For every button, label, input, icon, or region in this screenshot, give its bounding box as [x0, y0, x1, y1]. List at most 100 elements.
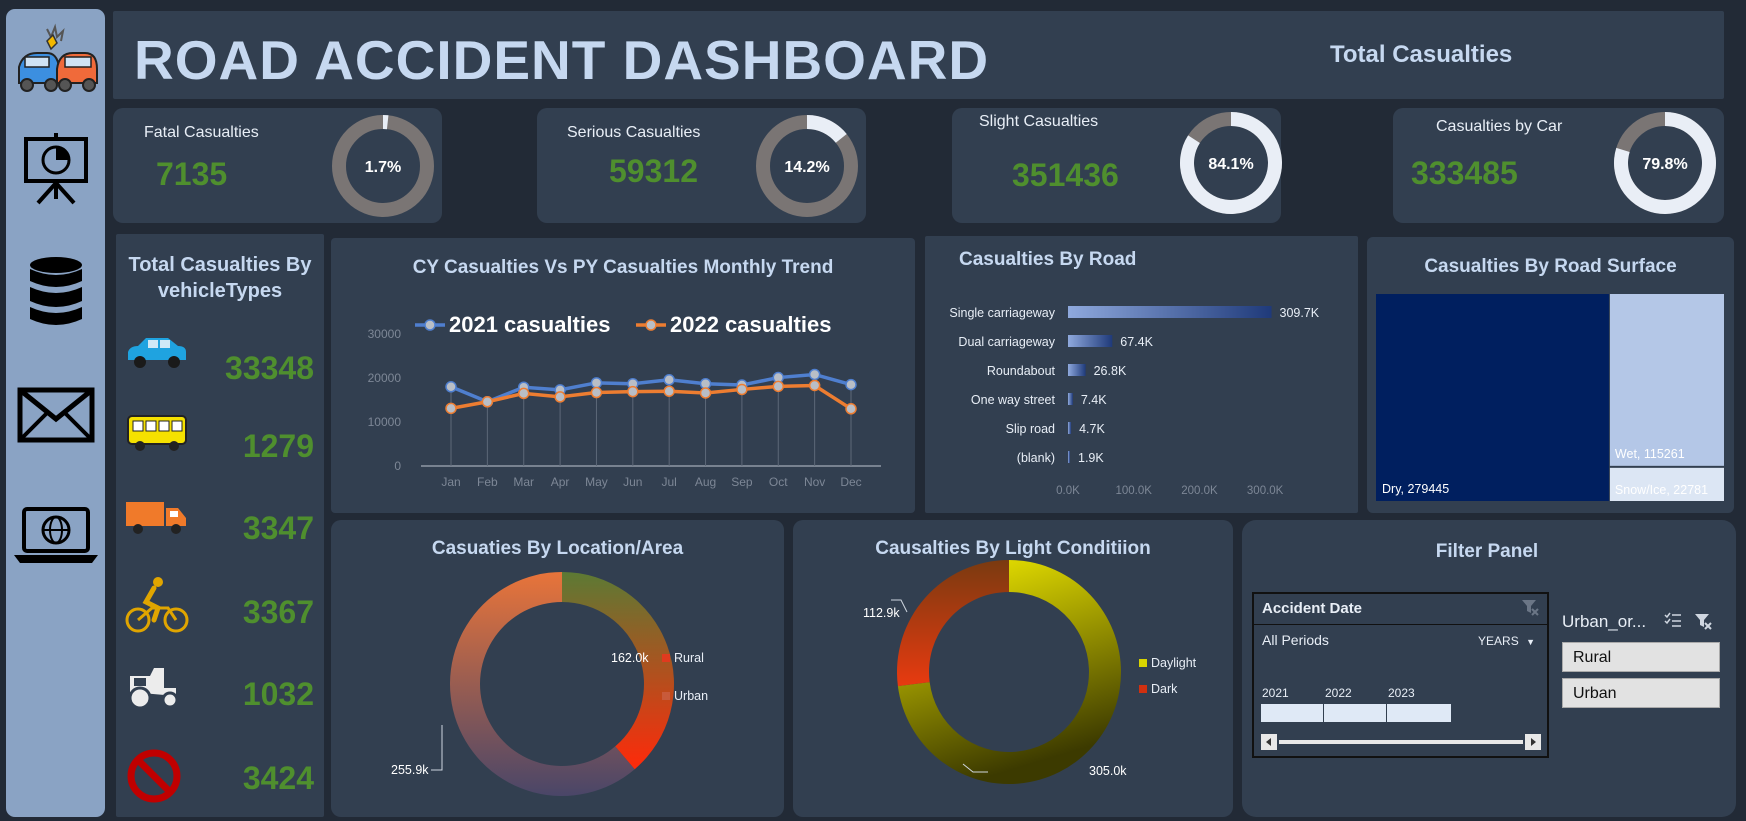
bus-icon [124, 414, 190, 459]
timeline-year-2023[interactable]: 2023 [1388, 686, 1415, 700]
y-tick-label: 0 [394, 459, 401, 473]
timeline-divider [1386, 704, 1387, 722]
kpi-value-slight: 351436 [1012, 157, 1119, 193]
legend-label: Daylight [1151, 656, 1197, 670]
truck-icon [124, 498, 190, 543]
scroll-left-icon[interactable] [1261, 734, 1277, 750]
bicycle-icon [124, 576, 190, 639]
kpi-label-fatal: Fatal Casualties [144, 124, 259, 141]
car-crash-icon[interactable] [6, 23, 105, 99]
legend-marker [645, 319, 657, 331]
vehicle-types-title-line1: Total Casualties By [128, 254, 312, 276]
bar-value-label: 67.4K [1120, 335, 1153, 349]
timeline-bar[interactable] [1261, 704, 1451, 722]
data-point [627, 385, 639, 398]
page-title: ROAD ACCIDENT DASHBOARD [134, 29, 990, 91]
x-tick-label: Jan [441, 475, 460, 489]
x-tick-label: Jul [662, 475, 677, 489]
kpi-label-slight: Slight Casualties [979, 113, 1099, 130]
mail-icon[interactable] [6, 387, 105, 443]
slicer-title: Urban_or... [1562, 612, 1647, 631]
kpi-donut-label: 1.7% [365, 159, 401, 176]
x-tick-label: 300.0K [1247, 485, 1284, 497]
timeline-header: Accident Date [1254, 594, 1547, 625]
bar-category-label: One way street [971, 393, 1056, 407]
data-point [590, 386, 603, 399]
kpi-donut-slight: 84.1% [1180, 112, 1282, 214]
bar [1068, 393, 1073, 405]
x-tick-label: May [585, 475, 608, 489]
multi-select-icon[interactable] [1664, 612, 1682, 633]
legend-marker [424, 319, 436, 331]
clear-filter-icon[interactable] [1521, 598, 1539, 621]
chevron-down-icon: ▼ [1526, 637, 1535, 647]
timeline-slicer[interactable]: Accident Date All Periods YEARS ▼ 2021 2… [1252, 592, 1549, 758]
donut-slice-rural [562, 572, 674, 770]
bar-value-label: 309.7K [1280, 306, 1320, 320]
kpi-donut-fatal: 1.7% [332, 115, 434, 217]
vehicle-value-bus: 1279 [242, 428, 314, 464]
total-casualties-title: Total Casualties [1330, 41, 1513, 68]
bar-value-label: 4.7K [1079, 422, 1105, 436]
data-label: 305.0k [1089, 764, 1127, 778]
kpi-value-serious: 59312 [609, 153, 698, 189]
data-point [590, 377, 603, 389]
kpi-value-fatal: 7135 [156, 156, 228, 192]
slicer-item-rural[interactable]: Rural [1562, 642, 1720, 672]
surface-title: Casualties By Road Surface [1424, 256, 1677, 277]
vehicle-list: 33348 1279 3347 3367 1032 3424 [116, 320, 324, 810]
x-tick-label: Dec [840, 475, 861, 489]
laptop-globe-icon[interactable] [6, 505, 105, 565]
bar-category-label: Dual carriageway [958, 335, 1055, 349]
treemap-label: Dry, 279445 [1382, 482, 1449, 496]
timeline-title: Accident Date [1262, 600, 1363, 617]
kpi-label-car: Casualties by Car [1436, 118, 1563, 135]
legend-swatch [1139, 685, 1147, 693]
database-icon[interactable] [6, 255, 105, 329]
timeline-divider [1323, 704, 1324, 722]
data-point [699, 387, 712, 399]
kpi-donut-label: 14.2% [784, 159, 829, 176]
legend-swatch [1139, 659, 1147, 667]
timeline-year-2022[interactable]: 2022 [1325, 686, 1352, 700]
y-tick-label: 10000 [368, 415, 402, 429]
vehicle-types-title: Total Casualties By vehicleTypes [116, 252, 324, 304]
presentation-icon[interactable] [6, 133, 105, 205]
legend-swatch [662, 692, 670, 700]
data-point [517, 387, 530, 400]
data-label: 255.9k [391, 763, 429, 777]
data-point [445, 381, 457, 393]
series-line [450, 383, 852, 411]
data-point [445, 402, 457, 415]
kpi-donut-car: 79.8% [1614, 112, 1716, 214]
timeline-year-2021[interactable]: 2021 [1262, 686, 1289, 700]
slicer-item-urban[interactable]: Urban [1562, 678, 1720, 708]
x-tick-label: 0.0K [1056, 485, 1080, 497]
urban-rural-slicer[interactable]: Urban_or... Rural Urban [1554, 600, 1724, 760]
kpi-value-car: 333485 [1411, 155, 1518, 191]
data-point [845, 378, 857, 391]
scroll-track[interactable] [1279, 740, 1523, 744]
x-tick-label: Sep [731, 475, 753, 489]
timeline-scrollbar[interactable] [1261, 734, 1541, 750]
legend-label: 2021 casualties [449, 312, 610, 337]
slicer-item-label: Urban [1573, 685, 1617, 702]
x-tick-label: Nov [804, 475, 825, 489]
x-tick-label: 200.0K [1181, 485, 1218, 497]
vehicle-value-truck: 3347 [242, 510, 314, 546]
tractor-icon [124, 666, 182, 715]
sidebar [6, 9, 105, 817]
scroll-right-icon[interactable] [1525, 734, 1541, 750]
clear-filter-icon[interactable] [1694, 612, 1712, 635]
legend-label: Dark [1151, 682, 1178, 696]
x-tick-label: Aug [695, 475, 716, 489]
kpi-label-serious: Serious Casualties [567, 124, 701, 141]
vehicle-value-car: 33348 [225, 350, 314, 386]
kpi-donut-serious: 14.2% [756, 115, 858, 217]
timeline-level-dropdown[interactable]: YEARS ▼ [1478, 634, 1535, 648]
leader-line [431, 725, 443, 771]
data-point [736, 383, 748, 396]
treemap-cell-wet [1609, 294, 1724, 466]
kpi-donut-fill [807, 115, 847, 143]
bar-value-label: 26.8K [1094, 364, 1127, 378]
